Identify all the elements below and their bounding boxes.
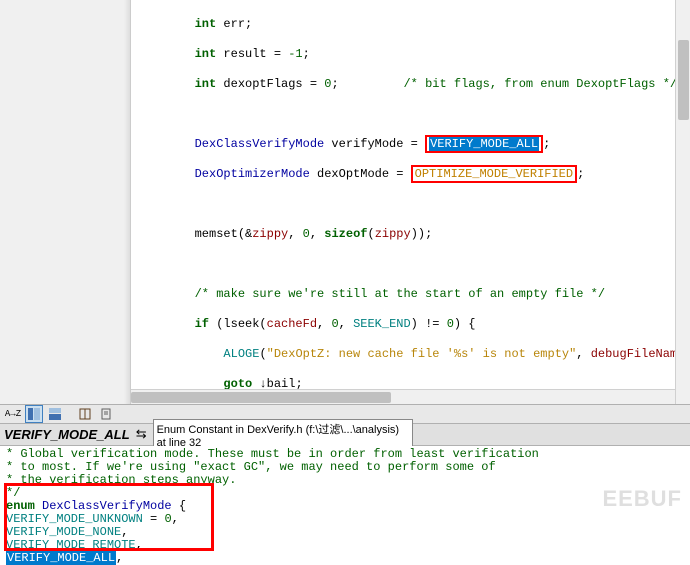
fn: memset [195,227,238,241]
kw-enum: enum [6,499,35,513]
jump-icon[interactable]: ⇆ [136,427,147,442]
code-text: ) { [454,317,476,331]
kw-int: int [195,17,217,31]
sort-label: A→Z [5,409,21,419]
num: 0 [447,317,454,331]
sort-alpha-button[interactable]: A→Z [4,405,22,423]
code-text: (& [238,227,252,241]
code-line: if (lseek(cacheFd, 0, SEEK_END) != 0) { [137,317,690,332]
code-text: , [116,551,123,565]
code-text: verifyMode = [324,137,425,151]
code-text: , [172,512,179,526]
code-line: int err; [137,17,690,32]
num: 0 [303,227,310,241]
code-text: , [136,538,143,552]
code-text: ; [577,167,584,181]
comment: */ [6,486,20,500]
code-text: , [121,525,128,539]
code-line: DexClassVerifyMode verifyMode = VERIFY_M… [137,137,690,152]
num: -1 [288,47,302,61]
code-line: ALOGE("DexOptZ: new cache file '%s' is n… [137,347,690,362]
code-text: (lseek( [209,317,267,331]
kw-if: if [195,317,209,331]
code-text: err; [216,17,252,31]
var: zippy [252,227,288,241]
enum-const: VERIFY_MODE_REMOTE [6,538,136,552]
code-line: DexOptimizerMode dexOptMode = OPTIMIZE_M… [137,167,690,182]
view-mode-1-button[interactable] [25,405,43,423]
highlight-red-box: VERIFY_MODE_ALL [425,135,543,153]
code-text: ; [543,137,550,151]
code-line: int result = -1; [137,47,690,62]
enum-const: VERIFY_MODE_NONE [6,525,121,539]
type: DexOptimizerMode [195,167,310,181]
enum-const: VERIFY_MODE_UNKNOWN [6,512,143,526]
vertical-scrollbar[interactable] [675,0,690,404]
code-line: * the verification steps anyway. [6,474,684,487]
highlight-red-box: OPTIMIZE_MODE_VERIFIED [411,165,577,183]
lower-source-panel[interactable]: * Global verification mode. These must b… [0,446,690,518]
code-line [137,257,690,272]
page-icon-button[interactable] [97,405,115,423]
code-line: VERIFY_MODE_ALL, [6,552,684,565]
code-text: ( [259,347,266,361]
type: DexClassVerifyMode [195,137,325,151]
horizontal-scrollbar[interactable] [131,389,675,404]
code-line [137,197,690,212]
vertical-scrollbar-thumb[interactable] [678,40,689,120]
num: 0 [164,512,171,526]
string: "DexOptZ: new cache file '%s' is not emp… [267,347,577,361]
code-text: , [288,227,302,241]
comment: /* bit flags, from enum DexoptFlags */ [403,77,677,91]
code-text: dexoptFlags = [216,77,324,91]
editor-gutter [0,0,131,404]
code-text: ; [303,47,310,61]
code-text: = [143,512,165,526]
code-text: dexOptMode = [310,167,411,181]
enum-const-selected[interactable]: VERIFY_MODE_ALL [6,551,116,565]
comment: /* make sure we're still at the start of… [195,287,605,301]
view-mode-2-button[interactable] [46,405,64,423]
code-text: , [317,317,331,331]
code-text: result = [216,47,288,61]
code-text: , [310,227,324,241]
code-text: ( [367,227,374,241]
comment: * the verification steps anyway. [6,473,236,487]
code-line: int dexoptFlags = 0; /* bit flags, from … [137,77,690,92]
code-text: , [339,317,353,331]
kw-int: int [195,47,217,61]
book-icon-button[interactable] [76,405,94,423]
var: debugFileName [591,347,685,361]
type: DexClassVerifyMode [35,499,172,513]
kw-int: int [195,77,217,91]
code-text: )); [411,227,433,241]
code-content[interactable]: int err; int result = -1; int dexoptFlag… [131,0,690,404]
macro: ALOGE [223,347,259,361]
var: zippy [375,227,411,241]
const: SEEK_END [353,317,411,331]
code-text: ) != [411,317,447,331]
comment: * to most. If we're using "exact GC", we… [6,460,496,474]
code-line: /* make sure we're still at the start of… [137,287,690,302]
horizontal-scrollbar-thumb[interactable] [131,392,391,403]
code-line [137,107,690,122]
var: cacheFd [267,317,317,331]
code-line: memset(&zippy, 0, sizeof(zippy)); [137,227,690,242]
symbol-name: VERIFY_MODE_ALL [4,427,130,442]
code-text: , [576,347,590,361]
kw-sizeof: sizeof [324,227,367,241]
brace: { [172,499,186,513]
gutter-shadow [124,0,130,404]
code-editor-area: int err; int result = -1; int dexoptFlag… [0,0,690,404]
num: 0 [331,317,338,331]
comment: * Global verification mode. These must b… [6,447,539,461]
code-text: ; [331,77,338,91]
selected-token[interactable]: VERIFY_MODE_ALL [429,137,539,151]
symbol-info-bar: VERIFY_MODE_ALL ⇆ Enum Constant in DexVe… [0,424,690,446]
